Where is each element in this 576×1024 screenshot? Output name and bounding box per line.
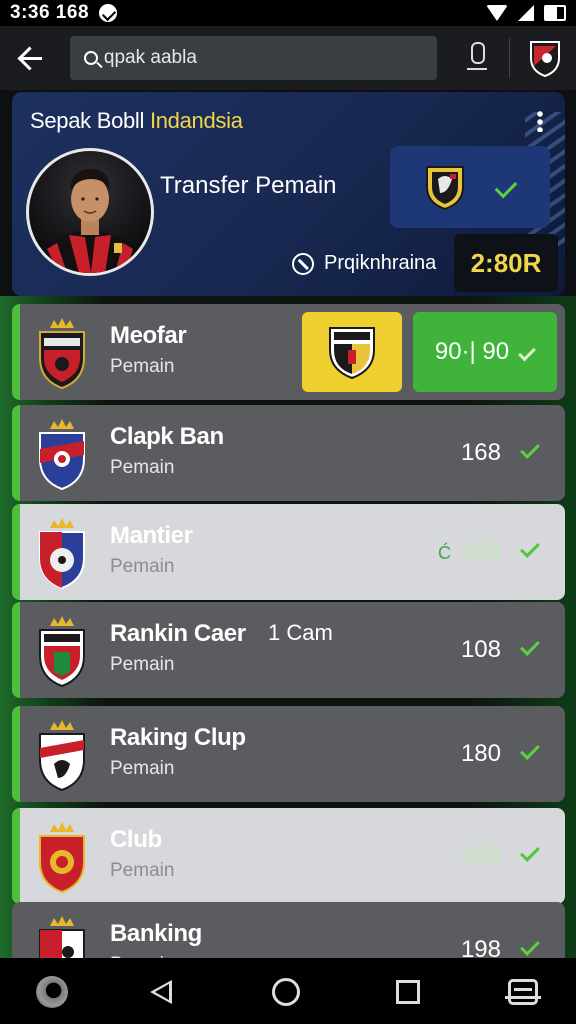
- transfer-status: Prqiknhraina: [292, 252, 436, 275]
- club-role: Pemain: [110, 860, 175, 881]
- check-button[interactable]: [520, 842, 540, 862]
- battery-icon: [544, 5, 566, 21]
- app-bar: [0, 26, 576, 90]
- club-crest-icon: [34, 822, 90, 894]
- list-item[interactable]: Club Pemain 106: [12, 808, 565, 904]
- transfer-card[interactable]: Sepak Bobll Indandsia Transfer Pemain Pr…: [12, 92, 565, 296]
- row-accent: [12, 808, 20, 904]
- row-accent: [12, 706, 20, 802]
- club-crest-icon: [34, 616, 90, 688]
- club-value: 198: [460, 936, 501, 958]
- club-name: Mantier: [110, 522, 193, 549]
- check-button[interactable]: [520, 936, 540, 956]
- club-badge-box[interactable]: [302, 312, 402, 392]
- club-crest-icon: [34, 916, 90, 958]
- status-label: Prqiknhraina: [324, 252, 437, 274]
- club-crest-icon[interactable]: [528, 38, 562, 78]
- club-value: 106: [460, 842, 501, 869]
- nav-home-icon[interactable]: [272, 978, 300, 1006]
- list-item[interactable]: Banking Pemain 198: [12, 902, 565, 958]
- club-value: 168: [460, 439, 501, 466]
- check-icon: [520, 842, 540, 862]
- club-crest-icon: [34, 720, 90, 792]
- club-role: Pemain: [110, 457, 175, 478]
- row-accent: [12, 304, 20, 400]
- check-icon: [520, 636, 540, 656]
- club-name: Raking Clup: [110, 724, 246, 751]
- nav-recents-icon[interactable]: [396, 980, 420, 1004]
- row-accent: [12, 504, 20, 600]
- club-name: Clapk Ban: [110, 423, 224, 450]
- check-icon: [518, 343, 536, 361]
- list-item[interactable]: Rankin Caer 1 Cam Pemain 108: [12, 602, 565, 698]
- check-button[interactable]: [520, 538, 540, 558]
- list-item[interactable]: Clapk Ban Pemain 168: [12, 405, 565, 501]
- check-button[interactable]: [520, 636, 540, 656]
- club-name: Meofar: [110, 322, 187, 349]
- club-value: 180: [460, 740, 501, 767]
- club-name: Rankin Caer: [110, 620, 246, 647]
- status-time: 3:36 168: [10, 2, 90, 23]
- list-item[interactable]: Raking Clup Pemain 180: [12, 706, 565, 802]
- club-name: Banking: [110, 920, 202, 947]
- system-nav-bar: [0, 958, 576, 1024]
- countdown-timer: 2:80R: [454, 234, 558, 292]
- club-role: Pemain: [110, 654, 175, 675]
- more-vert-icon[interactable]: [537, 110, 543, 132]
- mic-icon[interactable]: [465, 42, 489, 74]
- card-title: Sepak Bobll Indandsia: [30, 108, 243, 133]
- check-icon: [520, 740, 540, 760]
- nav-keyboard-icon[interactable]: [505, 979, 541, 1005]
- signal-icon: [518, 5, 534, 21]
- status-bar: 3:36 168: [0, 0, 576, 26]
- check-icon: [520, 538, 540, 558]
- club-confirm-box[interactable]: [390, 146, 550, 228]
- club-crest-icon: [424, 163, 466, 211]
- score-button[interactable]: 90·| 90: [413, 312, 557, 392]
- divider: [509, 38, 510, 78]
- clock-icon: [292, 252, 314, 275]
- search-icon: [83, 51, 98, 65]
- club-crest-icon: [34, 419, 90, 491]
- club-value: Ć 108: [437, 538, 501, 565]
- status-right: [486, 5, 566, 21]
- list-item[interactable]: Meofar Pemain 90·| 90: [12, 304, 565, 400]
- club-role: Pemain: [110, 556, 175, 577]
- check-button[interactable]: [520, 439, 540, 459]
- card-subtitle: Transfer Pemain: [160, 172, 337, 199]
- list-item[interactable]: Mantier Pemain Ć 108: [12, 504, 565, 600]
- player-list: Meofar Pemain 90·| 90 Clapk Ban Pemain 1…: [0, 296, 576, 958]
- nav-back-icon[interactable]: [150, 980, 172, 1004]
- value-prefix: Ć: [437, 543, 451, 563]
- club-crest-icon: [329, 327, 375, 380]
- nav-app-icon[interactable]: [36, 976, 68, 1008]
- back-arrow-icon[interactable]: [14, 41, 48, 75]
- club-value: 108: [460, 636, 501, 663]
- check-icon: [520, 936, 540, 956]
- score-value: 90·| 90: [434, 338, 510, 365]
- club-extra: 1 Cam: [268, 620, 333, 645]
- check-button[interactable]: [520, 740, 540, 760]
- check-icon: [520, 439, 540, 459]
- search-box[interactable]: [69, 36, 438, 80]
- row-accent: [12, 602, 20, 698]
- club-role: Pemain: [110, 758, 175, 779]
- wifi-icon: [486, 5, 508, 21]
- club-name: Club: [110, 826, 162, 853]
- club-crest-icon: [34, 518, 90, 590]
- club-crest-icon: [34, 318, 90, 390]
- player-avatar: [26, 148, 154, 276]
- row-accent: [12, 405, 20, 501]
- club-role: Pemain: [110, 356, 175, 377]
- search-input[interactable]: [103, 47, 404, 69]
- check-icon: [494, 175, 518, 199]
- notification-icon: [99, 4, 118, 22]
